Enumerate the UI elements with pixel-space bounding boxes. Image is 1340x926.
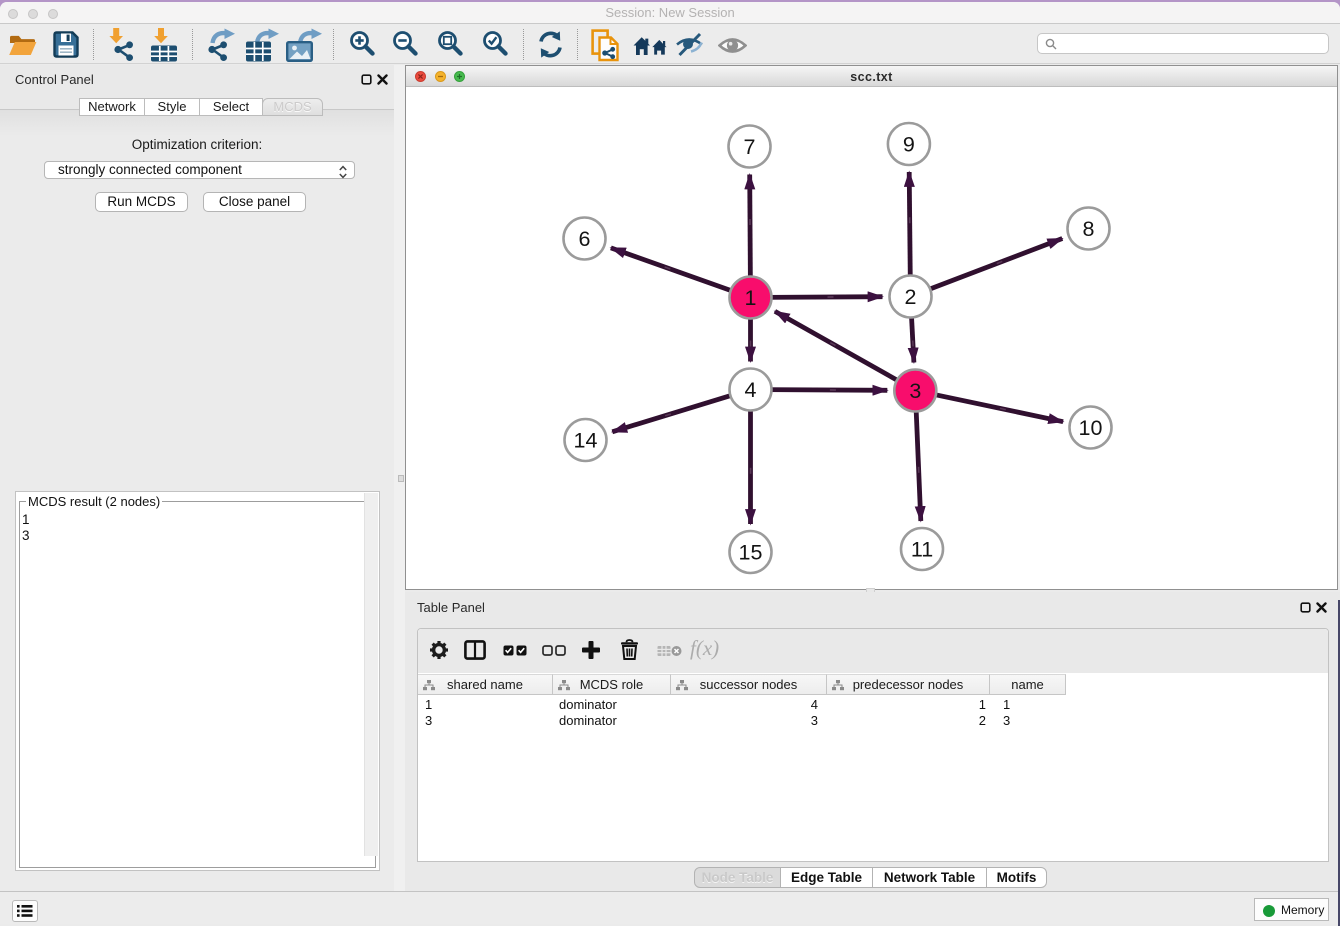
svg-text:7: 7 — [744, 135, 756, 159]
svg-text:6: 6 — [579, 227, 591, 251]
svg-text:9: 9 — [903, 133, 915, 157]
svg-text:4: 4 — [745, 378, 757, 402]
svg-text:3: 3 — [909, 379, 921, 403]
svg-text:14: 14 — [574, 429, 598, 453]
svg-text:10: 10 — [1079, 416, 1103, 440]
svg-text:1: 1 — [745, 286, 757, 310]
svg-text:2: 2 — [905, 285, 917, 309]
svg-text:8: 8 — [1083, 217, 1095, 241]
svg-text:11: 11 — [911, 538, 933, 562]
svg-text:15: 15 — [739, 541, 763, 565]
